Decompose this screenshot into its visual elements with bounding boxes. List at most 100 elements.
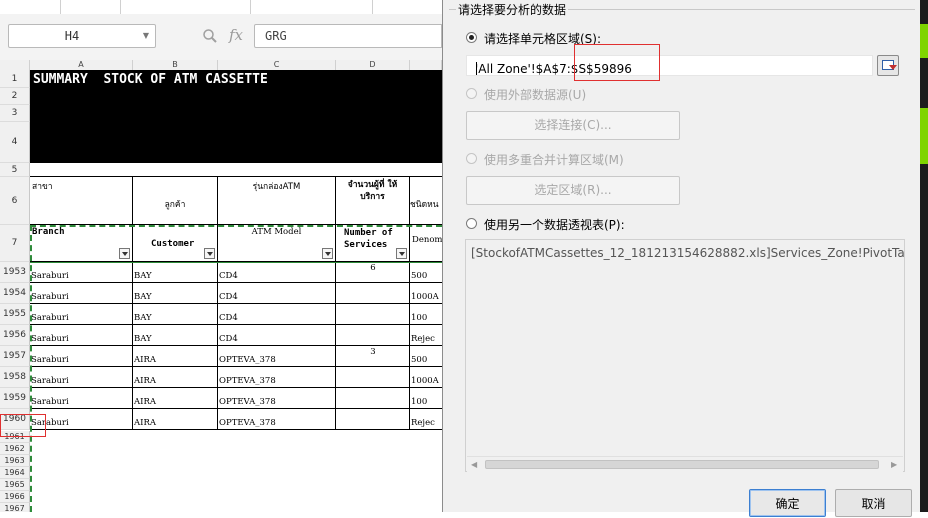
row-header-6[interactable]: 6	[0, 177, 30, 225]
cell-branch[interactable]: Saraburi	[30, 283, 133, 304]
cell-customer[interactable]: BAY	[133, 283, 218, 304]
background-highlight	[920, 108, 928, 164]
scroll-right-icon[interactable]: ▶	[891, 460, 897, 469]
cell-branch[interactable]: Saraburi	[30, 325, 133, 346]
cell-branch[interactable]: Saraburi	[30, 388, 133, 409]
cell-customer[interactable]: AIRA	[133, 388, 218, 409]
cell-denom[interactable]: 100	[410, 388, 442, 409]
ok-button[interactable]: 确定	[749, 489, 826, 517]
row-header[interactable]: 1955	[0, 304, 30, 325]
row-header[interactable]: 1959	[0, 388, 30, 409]
row-header[interactable]: 1964	[0, 467, 30, 479]
radio-multiple-ranges[interactable]	[466, 153, 477, 164]
cell-denom[interactable]: Rejec	[410, 409, 442, 430]
row-header[interactable]: 1954	[0, 283, 30, 304]
cell-services[interactable]: 3	[336, 346, 410, 367]
column-header-c[interactable]: C	[218, 60, 336, 70]
cell-denom[interactable]: 500	[410, 346, 442, 367]
row-header[interactable]: 1957	[0, 346, 30, 367]
cell-branch[interactable]: Saraburi	[30, 346, 133, 367]
cell-customer[interactable]: AIRA	[133, 367, 218, 388]
formula-input[interactable]: GRG	[254, 24, 442, 48]
filter-dropdown-model[interactable]	[322, 248, 333, 259]
header-model: ATM Model	[251, 227, 302, 237]
cell-model[interactable]: CD4	[218, 283, 336, 304]
name-box[interactable]: H4 ▼	[8, 24, 156, 48]
choose-connection-button[interactable]: 选择连接(C)...	[466, 111, 680, 140]
row-header-2[interactable]: 2	[0, 88, 30, 105]
header-customer: Customer	[151, 239, 195, 249]
cell-denom[interactable]: 1000A	[410, 283, 442, 304]
row-header[interactable]: 1963	[0, 455, 30, 467]
scroll-left-icon[interactable]: ◀	[471, 460, 477, 469]
cell-model[interactable]: OPTEVA_378	[218, 367, 336, 388]
range-input[interactable]: 'All Zone'!$A$7:$S$59896	[466, 55, 873, 76]
cell-customer[interactable]: AIRA	[133, 346, 218, 367]
cell-denom[interactable]: 100	[410, 304, 442, 325]
cell-model[interactable]: CD4	[218, 304, 336, 325]
row-header-1[interactable]: 1	[0, 70, 30, 88]
scroll-thumb[interactable]	[485, 460, 879, 469]
filter-dropdown-customer[interactable]	[204, 248, 215, 259]
cell-services[interactable]	[336, 283, 410, 304]
row-header[interactable]: 1965	[0, 479, 30, 491]
column-header-b[interactable]: B	[133, 60, 218, 70]
cell-model[interactable]: CD4	[218, 325, 336, 346]
select-region-button[interactable]: 选定区域(R)...	[466, 176, 680, 205]
row-header-7[interactable]: 7	[0, 225, 30, 262]
cell-denom[interactable]: 500	[410, 262, 442, 283]
create-pivot-dialog: 请选择要分析的数据 请选择单元格区域(S): 'All Zone'!$A$7:$…	[442, 0, 920, 517]
row-header[interactable]: 1967	[0, 503, 30, 512]
filter-dropdown-branch[interactable]	[119, 248, 130, 259]
row-header[interactable]: 1953	[0, 262, 30, 283]
row-header-5[interactable]: 5	[0, 163, 30, 177]
row-header[interactable]: 1962	[0, 443, 30, 455]
option-multiple-ranges-label[interactable]: 使用多重合并计算区域(M)	[484, 151, 624, 168]
radio-another-pivot[interactable]	[466, 218, 477, 229]
cell-services[interactable]	[336, 388, 410, 409]
insert-function-icon[interactable]: fx	[229, 26, 243, 44]
pivot-list-item[interactable]: [StockofATMCassettes_12_181213154628882.…	[471, 246, 904, 260]
horizontal-scrollbar[interactable]: ◀ ▶	[467, 456, 903, 472]
cell-branch[interactable]: Saraburi	[30, 262, 133, 283]
cell-services[interactable]: 6	[336, 262, 410, 283]
row-header[interactable]: 1956	[0, 325, 30, 346]
cell-services[interactable]	[336, 409, 410, 430]
cell-denom[interactable]: Rejec	[410, 325, 442, 346]
radio-external-source[interactable]	[466, 88, 477, 99]
select-all-corner[interactable]	[0, 60, 30, 70]
row-header-4[interactable]: 4	[0, 122, 30, 163]
cell-branch[interactable]: Saraburi	[30, 304, 133, 325]
cell-model[interactable]: OPTEVA_378	[218, 409, 336, 430]
zoom-search-icon[interactable]	[202, 28, 218, 48]
column-header-e[interactable]	[410, 60, 442, 70]
cell-model[interactable]: OPTEVA_378	[218, 388, 336, 409]
cell-model[interactable]: CD4	[218, 262, 336, 283]
cell-services[interactable]	[336, 304, 410, 325]
cell-customer[interactable]: BAY	[133, 262, 218, 283]
cell-customer[interactable]: BAY	[133, 325, 218, 346]
filter-dropdown-services[interactable]	[396, 248, 407, 259]
pivot-table-list[interactable]: [StockofATMCassettes_12_181213154628882.…	[465, 239, 905, 472]
chevron-down-icon[interactable]: ▼	[143, 31, 149, 40]
row-header[interactable]: 1958	[0, 367, 30, 388]
cell-denom[interactable]: 1000A	[410, 367, 442, 388]
radio-select-range[interactable]	[466, 32, 477, 43]
formula-bar: H4 ▼ fx GRG	[0, 14, 442, 61]
name-box-value: H4	[64, 29, 80, 43]
cancel-button[interactable]: 取消	[835, 489, 912, 517]
collapse-dialog-icon[interactable]	[877, 55, 899, 76]
cell-services[interactable]	[336, 367, 410, 388]
cell-branch[interactable]: Saraburi	[30, 367, 133, 388]
option-another-pivot-label[interactable]: 使用另一个数据透视表(P):	[484, 216, 625, 233]
cell-services[interactable]	[336, 325, 410, 346]
cell-customer[interactable]: BAY	[133, 304, 218, 325]
row-header-3[interactable]: 3	[0, 105, 30, 122]
cell-model[interactable]: OPTEVA_378	[218, 346, 336, 367]
option-external-source-label[interactable]: 使用外部数据源(U)	[484, 86, 586, 103]
ribbon-strip	[0, 0, 442, 15]
row-header[interactable]: 1966	[0, 491, 30, 503]
column-header-a[interactable]: A	[30, 60, 133, 70]
column-header-d[interactable]: D	[336, 60, 410, 70]
cell-customer[interactable]: AIRA	[133, 409, 218, 430]
